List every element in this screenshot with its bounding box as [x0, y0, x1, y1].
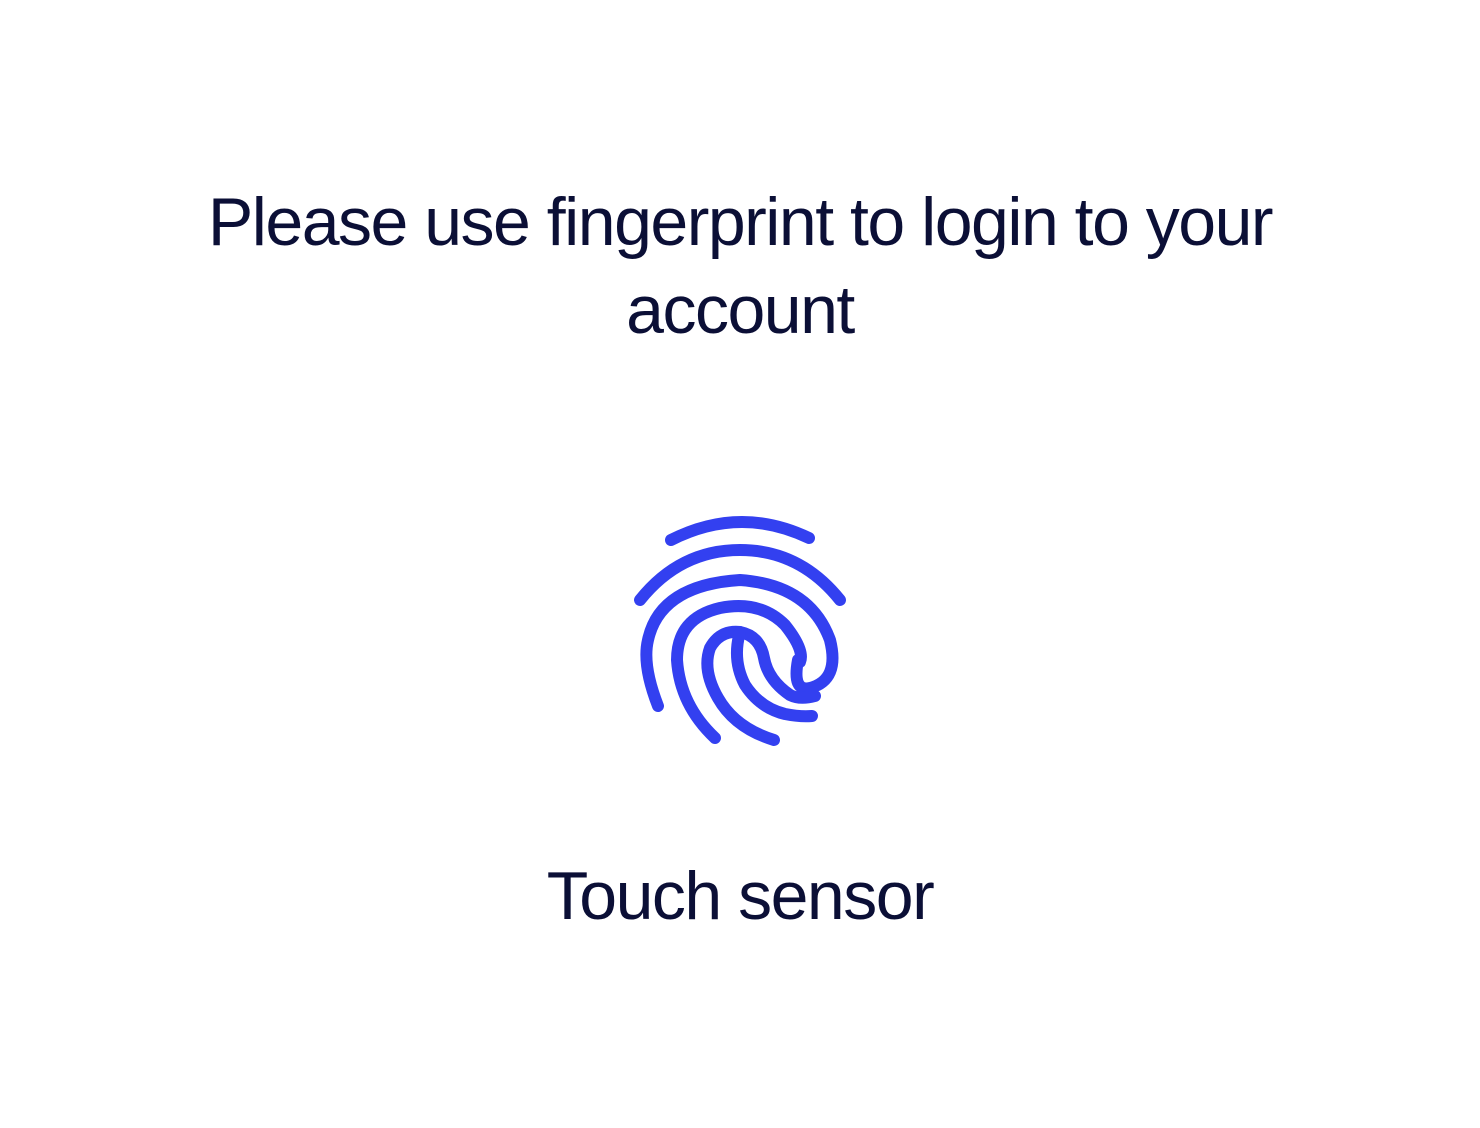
touch-sensor-label: Touch sensor — [546, 858, 935, 934]
login-prompt: Please use fingerprint to login to your … — [207, 184, 1274, 348]
fingerprint-login-screen: Please use fingerprint to login to your … — [0, 0, 1480, 1128]
fingerprint-icon — [634, 516, 846, 746]
fingerprint-ridge-1 — [665, 516, 815, 546]
touch-sensor-button[interactable] — [620, 500, 860, 760]
